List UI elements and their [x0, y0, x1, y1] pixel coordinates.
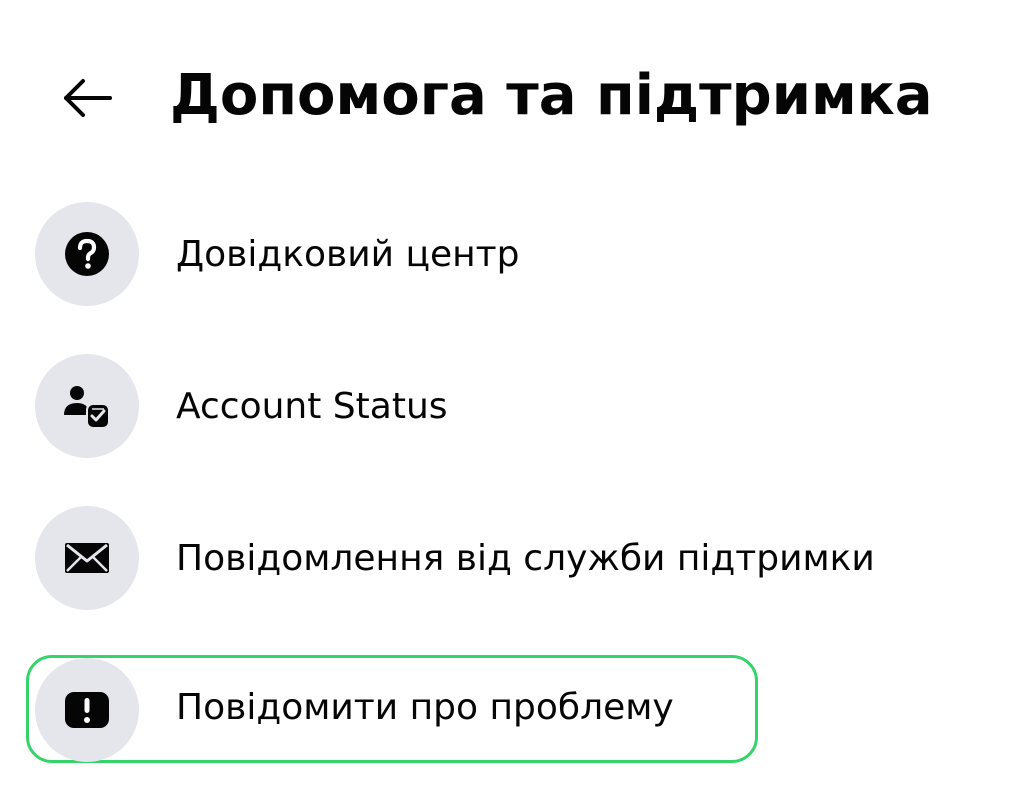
exclamation-badge-icon — [65, 692, 109, 728]
menu-item-label: Account Status — [176, 386, 448, 427]
header: Допомога та підтримка — [0, 40, 1024, 150]
icon-circle — [35, 506, 139, 610]
page-title: Допомога та підтримка — [170, 63, 933, 128]
account-status-icon — [64, 386, 110, 429]
menu-item-help-center[interactable]: Довідковий центр — [26, 202, 758, 310]
menu-item-support-inbox[interactable]: Повідомлення від служби підтримки — [26, 506, 875, 614]
envelope-icon — [65, 543, 109, 573]
icon-circle — [35, 658, 139, 762]
question-circle-icon — [65, 232, 109, 276]
help-support-panel: Допомога та підтримка Довідковий центр A… — [0, 0, 1024, 798]
menu-item-label: Повідомлення від служби підтримки — [176, 538, 875, 579]
back-button[interactable] — [52, 62, 124, 134]
menu-item-label: Повідомити про проблему — [176, 687, 674, 728]
menu-item-report-problem[interactable]: Повідомити про проблему — [26, 655, 758, 763]
menu-item-account-status[interactable]: Account Status — [26, 354, 758, 462]
menu-item-label: Довідковий центр — [176, 234, 520, 275]
icon-circle — [35, 202, 139, 306]
icon-circle — [35, 354, 139, 458]
arrow-left-icon — [52, 62, 124, 134]
